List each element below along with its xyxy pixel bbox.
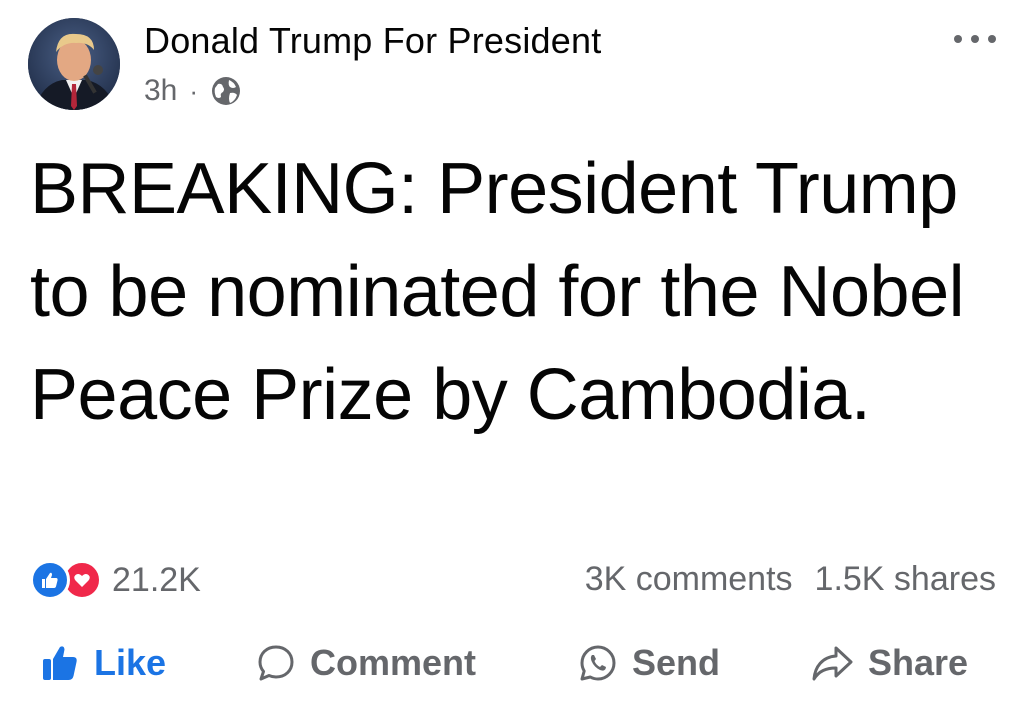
reaction-count: 21.2K xyxy=(112,560,201,599)
comment-button[interactable]: Comment xyxy=(256,632,476,694)
share-arrow-icon xyxy=(812,646,853,681)
send-button[interactable]: Send xyxy=(578,632,720,694)
post-stats: 21.2K 3K comments 1.5K shares xyxy=(30,554,996,604)
post-meta: 3h · xyxy=(144,74,242,108)
send-label: Send xyxy=(632,642,721,683)
like-button[interactable]: Like xyxy=(40,632,166,694)
share-button[interactable]: Share xyxy=(810,632,968,694)
share-label: Share xyxy=(868,642,969,683)
whatsapp-send-icon xyxy=(580,645,616,681)
facebook-post: Donald Trump For President 3h · BREAKING… xyxy=(0,0,1024,709)
like-label: Like xyxy=(94,642,167,683)
comment-label: Comment xyxy=(310,642,477,683)
post-time[interactable]: 3h xyxy=(144,74,177,108)
post-text: BREAKING: President Trump to be nominate… xyxy=(30,149,965,435)
post-actions: Like Comment Send Share xyxy=(30,632,996,694)
shares-count[interactable]: 1.5K shares xyxy=(815,560,996,599)
more-options-icon[interactable] xyxy=(954,32,996,46)
meta-separator: · xyxy=(189,75,199,106)
reactions-summary[interactable]: 21.2K xyxy=(30,560,201,600)
like-reaction-icon xyxy=(30,560,70,600)
comment-icon xyxy=(258,645,294,681)
post-header: Donald Trump For President 3h · xyxy=(28,18,996,114)
thumbs-up-icon xyxy=(43,646,77,680)
globe-icon xyxy=(210,75,242,107)
avatar[interactable] xyxy=(28,18,120,110)
engagement-counts: 3K comments 1.5K shares xyxy=(585,560,996,599)
comments-count[interactable]: 3K comments xyxy=(585,560,793,599)
author-name[interactable]: Donald Trump For President xyxy=(144,20,601,62)
